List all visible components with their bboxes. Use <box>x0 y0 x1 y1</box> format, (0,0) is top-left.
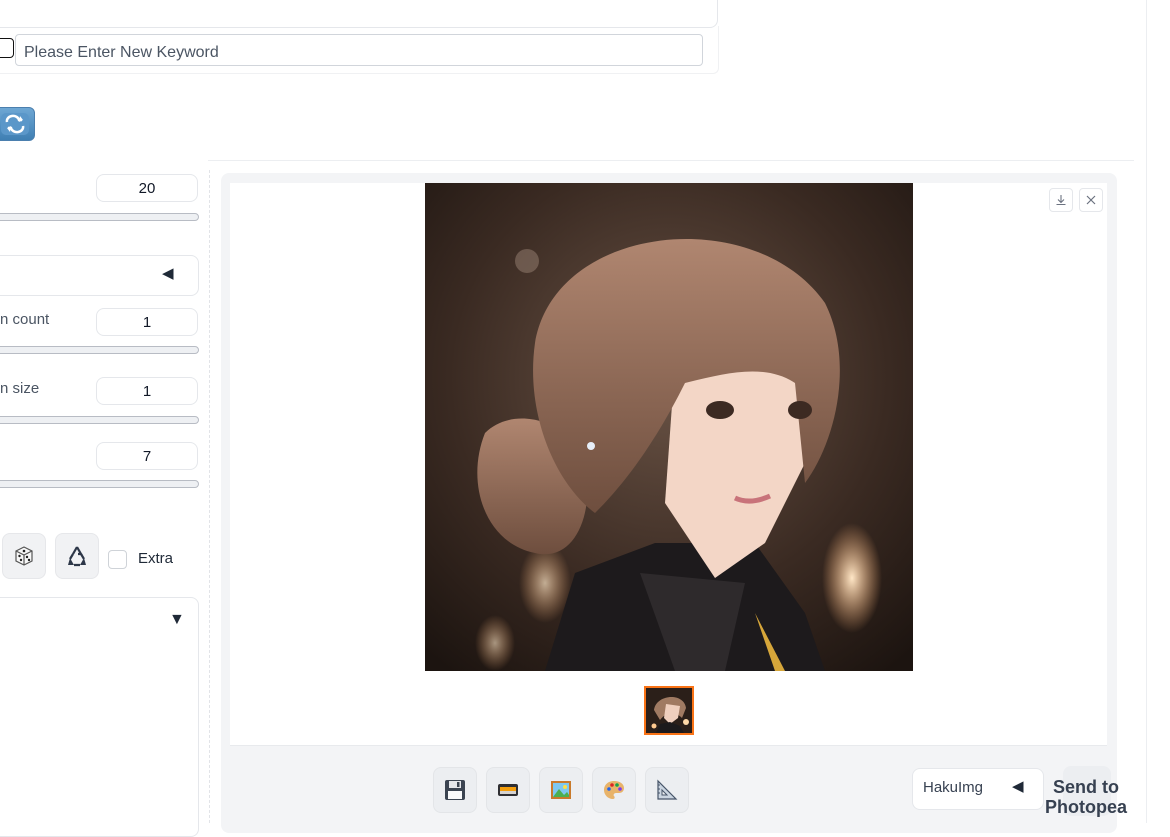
column-divider <box>209 170 210 823</box>
steps-slider[interactable] <box>0 213 199 221</box>
zip-button[interactable] <box>486 767 530 813</box>
script-panel <box>0 597 199 837</box>
generated-image[interactable] <box>425 183 913 671</box>
keyword-checkbox[interactable] <box>0 38 14 58</box>
ruler-icon <box>657 779 678 800</box>
reuse-seed-button[interactable] <box>55 533 99 579</box>
batch-size-input[interactable]: 1 <box>96 377 198 405</box>
extra-checkbox[interactable] <box>108 550 127 569</box>
refresh-icon <box>0 113 29 135</box>
save-button[interactable] <box>433 767 477 813</box>
recycle-icon <box>68 546 86 567</box>
thumbnail-image <box>646 688 692 733</box>
batch-size-label: n size <box>0 380 40 397</box>
download-button[interactable] <box>1049 188 1073 212</box>
extra-label: Extra <box>138 550 174 567</box>
steps-input[interactable]: 20 <box>96 174 198 202</box>
prompt-box[interactable] <box>0 0 718 28</box>
zip-icon <box>498 784 518 796</box>
download-icon <box>1056 195 1066 206</box>
batch-size-slider[interactable] <box>0 416 199 424</box>
save-icon <box>445 780 465 800</box>
send-to-extras-button[interactable] <box>645 767 689 813</box>
dice-icon <box>15 546 33 566</box>
keyword-input[interactable] <box>15 34 703 66</box>
palette-icon <box>604 781 624 799</box>
random-seed-button[interactable] <box>2 533 46 579</box>
cfg-scale-slider[interactable] <box>0 480 199 488</box>
batch-count-input[interactable]: 1 <box>96 308 198 336</box>
send-to-inpaint-button[interactable] <box>592 767 636 813</box>
refresh-button[interactable] <box>0 107 35 141</box>
gallery-divider <box>230 745 1107 746</box>
send-to-photopea-label[interactable]: Send to Photopea <box>1040 777 1132 817</box>
dropdown-arrow-icon[interactable]: ▼ <box>169 611 185 629</box>
send-to-img2img-button[interactable] <box>539 767 583 813</box>
dropdown-arrow-icon: ◀ <box>1012 778 1024 795</box>
dropdown-value: HakuImg <box>923 779 984 796</box>
cfg-scale-input[interactable]: 7 <box>96 442 198 470</box>
close-icon <box>1086 195 1096 205</box>
batch-count-label: n count <box>0 311 50 328</box>
gallery-thumbnail[interactable] <box>644 686 694 735</box>
page-scrollbar-edge <box>1146 0 1147 823</box>
close-button[interactable] <box>1079 188 1103 212</box>
image-icon <box>551 781 571 799</box>
batch-count-slider[interactable] <box>0 346 199 354</box>
accordion-arrow-icon: ◀ <box>162 265 174 282</box>
